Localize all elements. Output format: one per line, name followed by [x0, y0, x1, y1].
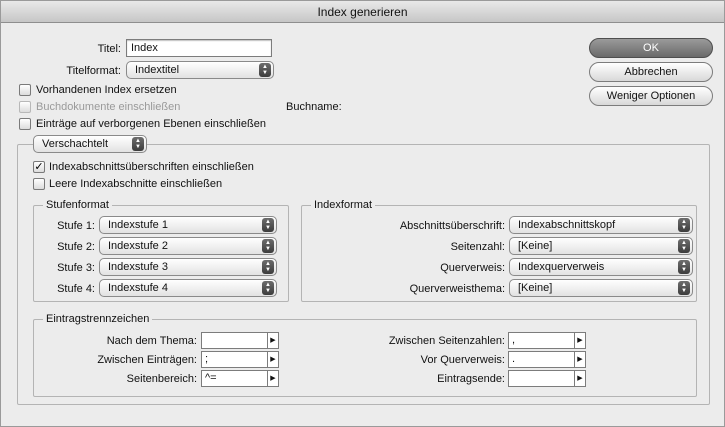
level-3-select[interactable]: Indexstufe 3 ▲ ▼: [99, 258, 277, 276]
level-2-label: Stufe 2:: [57, 241, 95, 253]
between-entries-input[interactable]: ;: [201, 351, 268, 368]
level-3-value: Indexstufe 3: [108, 261, 168, 273]
entry-end-label: Eintragsende:: [437, 373, 505, 385]
popup-arrows-icon: ▲ ▼: [262, 260, 274, 274]
caret-right-icon[interactable]: ▶: [268, 370, 279, 387]
page-range-combo[interactable]: ^= ▶: [201, 370, 279, 387]
popup-arrows-icon: ▲ ▼: [262, 218, 274, 232]
caret-right-icon[interactable]: ▶: [575, 332, 586, 349]
popup-arrows-icon: ▲ ▼: [678, 260, 690, 274]
nesting-value: Verschachtelt: [42, 138, 109, 150]
page-range-input[interactable]: ^=: [201, 370, 268, 387]
between-page-numbers-input[interactable]: ,: [508, 332, 575, 349]
section-heading-value: Indexabschnittskopf: [518, 219, 616, 231]
ok-button[interactable]: OK: [589, 38, 713, 58]
popup-arrows-icon: ▲ ▼: [678, 218, 690, 232]
nesting-select[interactable]: Verschachtelt ▲ ▼: [33, 135, 147, 153]
include-book-label: Buchdokumente einschließen: [36, 101, 181, 113]
fewer-options-button[interactable]: Weniger Optionen: [589, 86, 713, 106]
index-dialog: Index generieren Titel: Index Titelforma…: [0, 0, 725, 427]
separators-title: Eintragstrennzeichen: [43, 312, 153, 326]
caret-right-icon[interactable]: ▶: [268, 332, 279, 349]
between-page-numbers-combo[interactable]: , ▶: [508, 332, 586, 349]
dialog-title: Index generieren: [1, 1, 724, 23]
replace-existing-label: Vorhandenen Index ersetzen: [36, 84, 177, 96]
cross-reference-select[interactable]: Indexquerverweis ▲ ▼: [509, 258, 693, 276]
popup-arrows-icon: ▲ ▼: [132, 137, 144, 151]
entry-end-input[interactable]: [508, 370, 575, 387]
cross-reference-topic-select[interactable]: [Keine] ▲ ▼: [509, 279, 693, 297]
titleformat-select[interactable]: Indextitel ▲ ▼: [126, 61, 274, 79]
entry-end-combo[interactable]: ▶: [508, 370, 586, 387]
level-style-title: Stufenformat: [43, 198, 112, 212]
page-number-select[interactable]: [Keine] ▲ ▼: [509, 237, 693, 255]
before-cross-reference-input[interactable]: .: [508, 351, 575, 368]
include-book-checkbox[interactable]: [19, 101, 31, 113]
caret-right-icon[interactable]: ▶: [575, 351, 586, 368]
page-number-label: Seitenzahl:: [450, 241, 505, 253]
include-hidden-checkbox[interactable]: [19, 118, 31, 130]
cross-reference-label: Querverweis:: [440, 262, 505, 274]
popup-arrows-icon: ▲ ▼: [262, 281, 274, 295]
cancel-button[interactable]: Abbrechen: [589, 62, 713, 82]
between-entries-combo[interactable]: ; ▶: [201, 351, 279, 368]
title-input[interactable]: Index: [126, 39, 272, 57]
replace-existing-checkbox[interactable]: [19, 84, 31, 96]
title-label: Titel:: [97, 43, 121, 55]
caret-right-icon[interactable]: ▶: [268, 351, 279, 368]
level-2-select[interactable]: Indexstufe 2 ▲ ▼: [99, 237, 277, 255]
level-3-label: Stufe 3:: [57, 262, 95, 274]
book-name-label: Buchname:: [286, 101, 342, 113]
between-page-numbers-label: Zwischen Seitenzahlen:: [388, 335, 505, 347]
include-headings-label: Indexabschnittsüberschriften einschließe…: [49, 161, 254, 173]
cross-reference-topic-label: Querverweisthema:: [409, 283, 505, 295]
include-headings-checkbox[interactable]: ✓: [33, 161, 45, 173]
level-1-label: Stufe 1:: [57, 220, 95, 232]
after-topic-combo[interactable]: ▶: [201, 332, 279, 349]
index-format-title: Indexformat: [311, 198, 376, 212]
after-topic-label: Nach dem Thema:: [106, 335, 197, 347]
after-topic-input[interactable]: [201, 332, 268, 349]
level-1-select[interactable]: Indexstufe 1 ▲ ▼: [99, 216, 277, 234]
popup-arrows-icon: ▲ ▼: [262, 239, 274, 253]
include-empty-checkbox[interactable]: [33, 178, 45, 190]
level-4-select[interactable]: Indexstufe 4 ▲ ▼: [99, 279, 277, 297]
section-heading-select[interactable]: Indexabschnittskopf ▲ ▼: [509, 216, 693, 234]
level-4-value: Indexstufe 4: [108, 282, 168, 294]
before-cross-reference-combo[interactable]: . ▶: [508, 351, 586, 368]
page-number-value: [Keine]: [518, 240, 553, 252]
titleformat-value: Indextitel: [135, 64, 180, 76]
popup-arrows-icon: ▲ ▼: [259, 63, 271, 77]
include-hidden-label: Einträge auf verborgenen Ebenen einschli…: [36, 118, 266, 130]
titleformat-label: Titelformat:: [66, 65, 121, 77]
caret-right-icon[interactable]: ▶: [575, 370, 586, 387]
include-empty-label: Leere Indexabschnitte einschließen: [49, 178, 223, 190]
level-4-label: Stufe 4:: [57, 283, 95, 295]
level-2-value: Indexstufe 2: [108, 240, 168, 252]
cross-reference-value: Indexquerverweis: [518, 261, 605, 273]
cross-reference-topic-value: [Keine]: [518, 282, 553, 294]
before-cross-reference-label: Vor Querverweis:: [420, 354, 505, 366]
page-range-label: Seitenbereich:: [126, 373, 197, 385]
popup-arrows-icon: ▲ ▼: [678, 239, 690, 253]
popup-arrows-icon: ▲ ▼: [678, 281, 690, 295]
between-entries-label: Zwischen Einträgen:: [97, 354, 197, 366]
section-heading-label: Abschnittsüberschrift:: [399, 220, 505, 232]
level-1-value: Indexstufe 1: [108, 219, 168, 231]
